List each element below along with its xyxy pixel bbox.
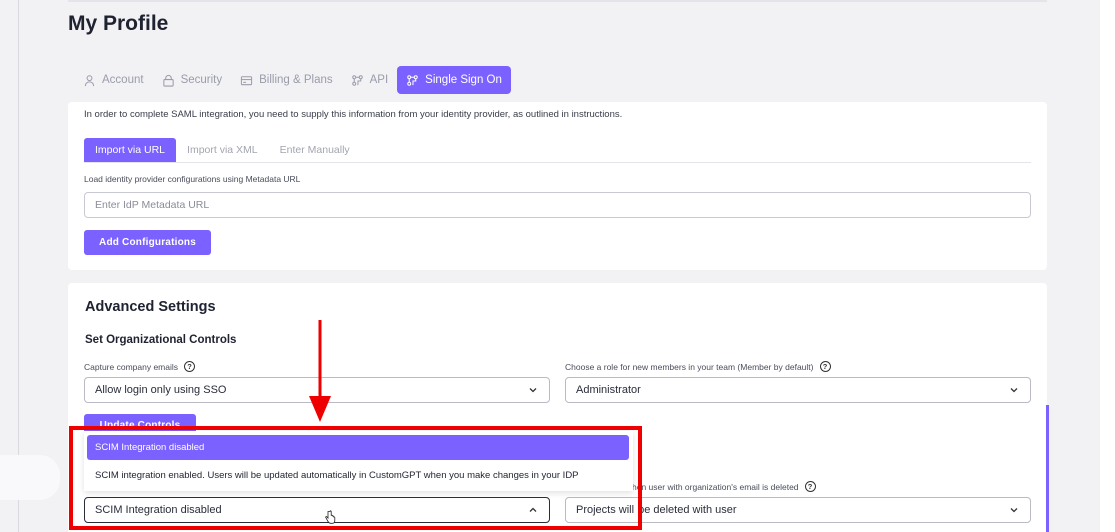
red-arrow-down-icon <box>309 320 331 422</box>
top-divider <box>68 0 1047 2</box>
tab-api[interactable]: API <box>342 66 398 94</box>
member-role-label: Choose a role for new members in your te… <box>565 361 831 372</box>
chevron-down-icon <box>529 388 537 393</box>
saml-card <box>68 102 1047 270</box>
tab-account[interactable]: Account <box>74 66 153 94</box>
member-role-value: Administrator <box>576 384 641 396</box>
tab-account-label: Account <box>102 74 144 86</box>
add-configurations-button[interactable]: Add Configurations <box>84 230 211 255</box>
capture-emails-label-text: Capture company emails <box>84 361 179 372</box>
tab-security[interactable]: Security <box>153 66 232 94</box>
scroll-accent-bar <box>1046 405 1049 532</box>
chevron-down-icon <box>1010 388 1018 393</box>
org-controls-title: Set Organizational Controls <box>85 334 237 346</box>
profile-tabs: Account Security Billing & Plans API Sin… <box>74 66 511 94</box>
hand-cursor-icon <box>325 510 336 524</box>
deleted-user-label: hen user with organization's email is de… <box>632 481 816 492</box>
tab-billing[interactable]: Billing & Plans <box>231 66 342 94</box>
help-icon[interactable]: ? <box>804 481 816 492</box>
help-icon[interactable]: ? <box>184 361 196 372</box>
member-role-label-text: Choose a role for new members in your te… <box>565 361 814 372</box>
tab-enter-manually[interactable]: Enter Manually <box>269 138 361 162</box>
faded-sidebar-element <box>0 455 60 500</box>
tab-security-label: Security <box>180 74 223 86</box>
highlight-box <box>69 426 642 530</box>
capture-emails-label: Capture company emails ? <box>84 361 196 372</box>
metadata-url-label: Load identity provider configurations us… <box>84 174 301 184</box>
tab-import-via-url[interactable]: Import via URL <box>84 138 177 162</box>
page-title: My Profile <box>68 12 169 35</box>
tab-import-via-xml[interactable]: Import via XML <box>176 138 269 162</box>
metadata-url-input[interactable]: Enter IdP Metadata URL <box>84 192 1031 218</box>
sso-icon <box>407 74 418 86</box>
lock-icon <box>162 74 174 87</box>
api-icon <box>351 74 363 86</box>
right-gutter <box>1100 0 1115 532</box>
tab-billing-label: Billing & Plans <box>259 74 333 86</box>
capture-emails-value: Allow login only using SSO <box>95 384 227 396</box>
user-icon <box>84 74 95 86</box>
deleted-user-value-right: be deleted with user <box>638 504 737 516</box>
member-role-select[interactable]: Administrator <box>565 377 1031 403</box>
page-left-border <box>18 0 19 532</box>
advanced-settings-title: Advanced Settings <box>85 299 216 315</box>
saml-import-tabs: Import via URL Import via XML Enter Manu… <box>84 138 1031 163</box>
credit-card-icon <box>240 75 253 85</box>
tab-single-sign-on-label: Single Sign On <box>425 74 502 86</box>
help-icon[interactable]: ? <box>819 361 831 372</box>
deleted-user-label-text: hen user with organization's email is de… <box>632 481 799 492</box>
tab-api-label: API <box>369 74 389 86</box>
chevron-down-icon <box>1010 508 1018 513</box>
metadata-url-placeholder: Enter IdP Metadata URL <box>95 199 210 211</box>
tab-single-sign-on[interactable]: Single Sign On <box>397 66 511 94</box>
saml-intro-text: In order to complete SAML integration, y… <box>84 109 623 120</box>
